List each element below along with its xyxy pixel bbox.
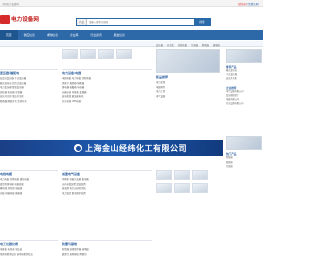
keyword-link[interactable]: 变压器 [156,43,163,47]
keyword-link[interactable]: 互感器 [191,43,198,47]
hot-keywords-bar: 变压器 开关柜 电线电缆 互感器 断路器 避雷器 [0,41,263,47]
product-image[interactable] [174,183,190,193]
product-image[interactable] [156,49,220,73]
register-link[interactable]: [免费注册] [248,3,259,6]
site-logo[interactable]: 电力设备网 [0,14,39,24]
nav-home[interactable]: 首页 [0,30,18,40]
list-item[interactable]: 互感器 [226,165,263,169]
product-image[interactable] [98,49,114,59]
section-title: 新品推荐 [156,75,169,79]
product-image[interactable] [192,170,208,180]
product-image[interactable] [116,49,132,59]
product-image[interactable] [62,49,78,59]
category-block-equipment: 电力设备/电器 电线电缆 电力电缆 控制电缆 绝缘子 避雷器 熔断器 继电器 接… [62,69,152,104]
category-block-switchgear: 成套电气设备 环网柜 电缆分支箱 配电箱 无功补偿装置 滤波装置 直流屏 电力自… [62,170,152,196]
search-bar: 产品 搜索 [76,18,211,26]
product-image[interactable] [226,136,262,151]
product-image[interactable] [156,170,172,180]
nav-exhibitions[interactable]: 展会信息 [108,30,131,40]
section-title: 电工仪器仪表 [0,242,19,246]
product-image[interactable] [174,170,190,180]
category-block-lightning: 防雷与接地 防雷器 浪涌保护器 接地极 避雷针 接地模块 降阻剂 [62,240,152,257]
category-block-instruments: 电工仪器仪表 电能表 电流表 电压表 绝缘电阻测试仪 接地电阻测试仪 [0,240,58,257]
section-title: 电力设备/电器 [62,71,82,75]
list-item[interactable]: 绝缘电阻测试仪 接地电阻测试仪 [0,253,58,258]
banner-text: 上海金山经纬化工有限公司 [85,142,187,153]
category-block-cables: 电线电缆 电力电缆 控制电缆 通信电缆 架空绝缘电缆 电缆桥架 裸电线 漆包线 … [0,170,58,196]
list-item[interactable]: 高压开关柜 [226,77,263,81]
search-category-select[interactable]: 产品 [77,19,87,25]
product-image[interactable] [156,183,172,193]
list-item[interactable]: 开关设备有限公司 [226,102,263,106]
list-item[interactable]: 断路器 隔离开关 负荷开关 [0,100,58,105]
company-logo-icon [74,144,82,152]
site-name-small: 中国电力设备网 [2,3,19,6]
product-image[interactable] [226,49,262,63]
search-input[interactable] [87,19,194,25]
header: 电力设备网 产品 搜索 [0,8,263,30]
nav-supply[interactable]: 供应信息 [18,30,41,40]
category-block-transformers: 变压器/输配电 油浸式变压器 干式变压器 箱式变电站 组合式变压器 电力变压器 … [0,69,58,104]
new-products-block: 新品推荐 电力金具 电缆附件 电力工具 电气设备 [156,49,222,99]
section-title: 成套电气设备 [62,172,81,176]
main-nav: 首页 供应信息 求购信息 企业库 行业资讯 展会信息 [0,30,263,40]
top-bar: 中国电力设备网 [请登录] [免费注册] [0,0,263,7]
company-banner[interactable]: 上海金山经纬化工有限公司 [0,140,223,156]
list-item[interactable]: 电气设备 [156,95,222,100]
keyword-link[interactable]: 开关柜 [167,43,174,47]
list-item[interactable]: 避雷针 接地模块 降阻剂 [62,253,152,258]
logo-text: 电力设备网 [11,17,39,23]
keyword-link[interactable]: 断路器 [202,43,209,47]
login-link[interactable]: [请登录] [238,3,247,6]
nav-buy[interactable]: 求购信息 [41,30,64,40]
logo-mark-icon [0,14,10,24]
right-sidebar: 推荐产品 箱式变电站 干式变压器 高压开关柜 企业推荐 电气设备有限公司 变压器… [226,49,263,169]
feature-image-block [62,49,150,61]
list-item[interactable]: 光缆 同轴电缆 屏蔽线 [0,192,58,197]
product-image[interactable] [192,183,208,193]
nav-companies[interactable]: 企业库 [64,30,84,40]
nav-news[interactable]: 行业资讯 [84,30,107,40]
keyword-link[interactable]: 电线电缆 [178,43,187,47]
product-image[interactable] [80,49,96,59]
section-title: 电线电缆 [0,172,13,176]
list-item[interactable]: 开关电源 UPS电源 [62,100,152,105]
section-title: 变压器/输配电 [0,71,20,75]
section-title: 防雷与接地 [62,242,78,246]
login-links: [请登录] [免费注册] [238,2,259,6]
search-button[interactable]: 搜索 [194,19,210,25]
lower-image-grid [156,170,222,193]
list-item[interactable]: 电力监控 继电保护装置 [62,192,152,197]
keyword-link[interactable]: 避雷器 [213,43,220,47]
